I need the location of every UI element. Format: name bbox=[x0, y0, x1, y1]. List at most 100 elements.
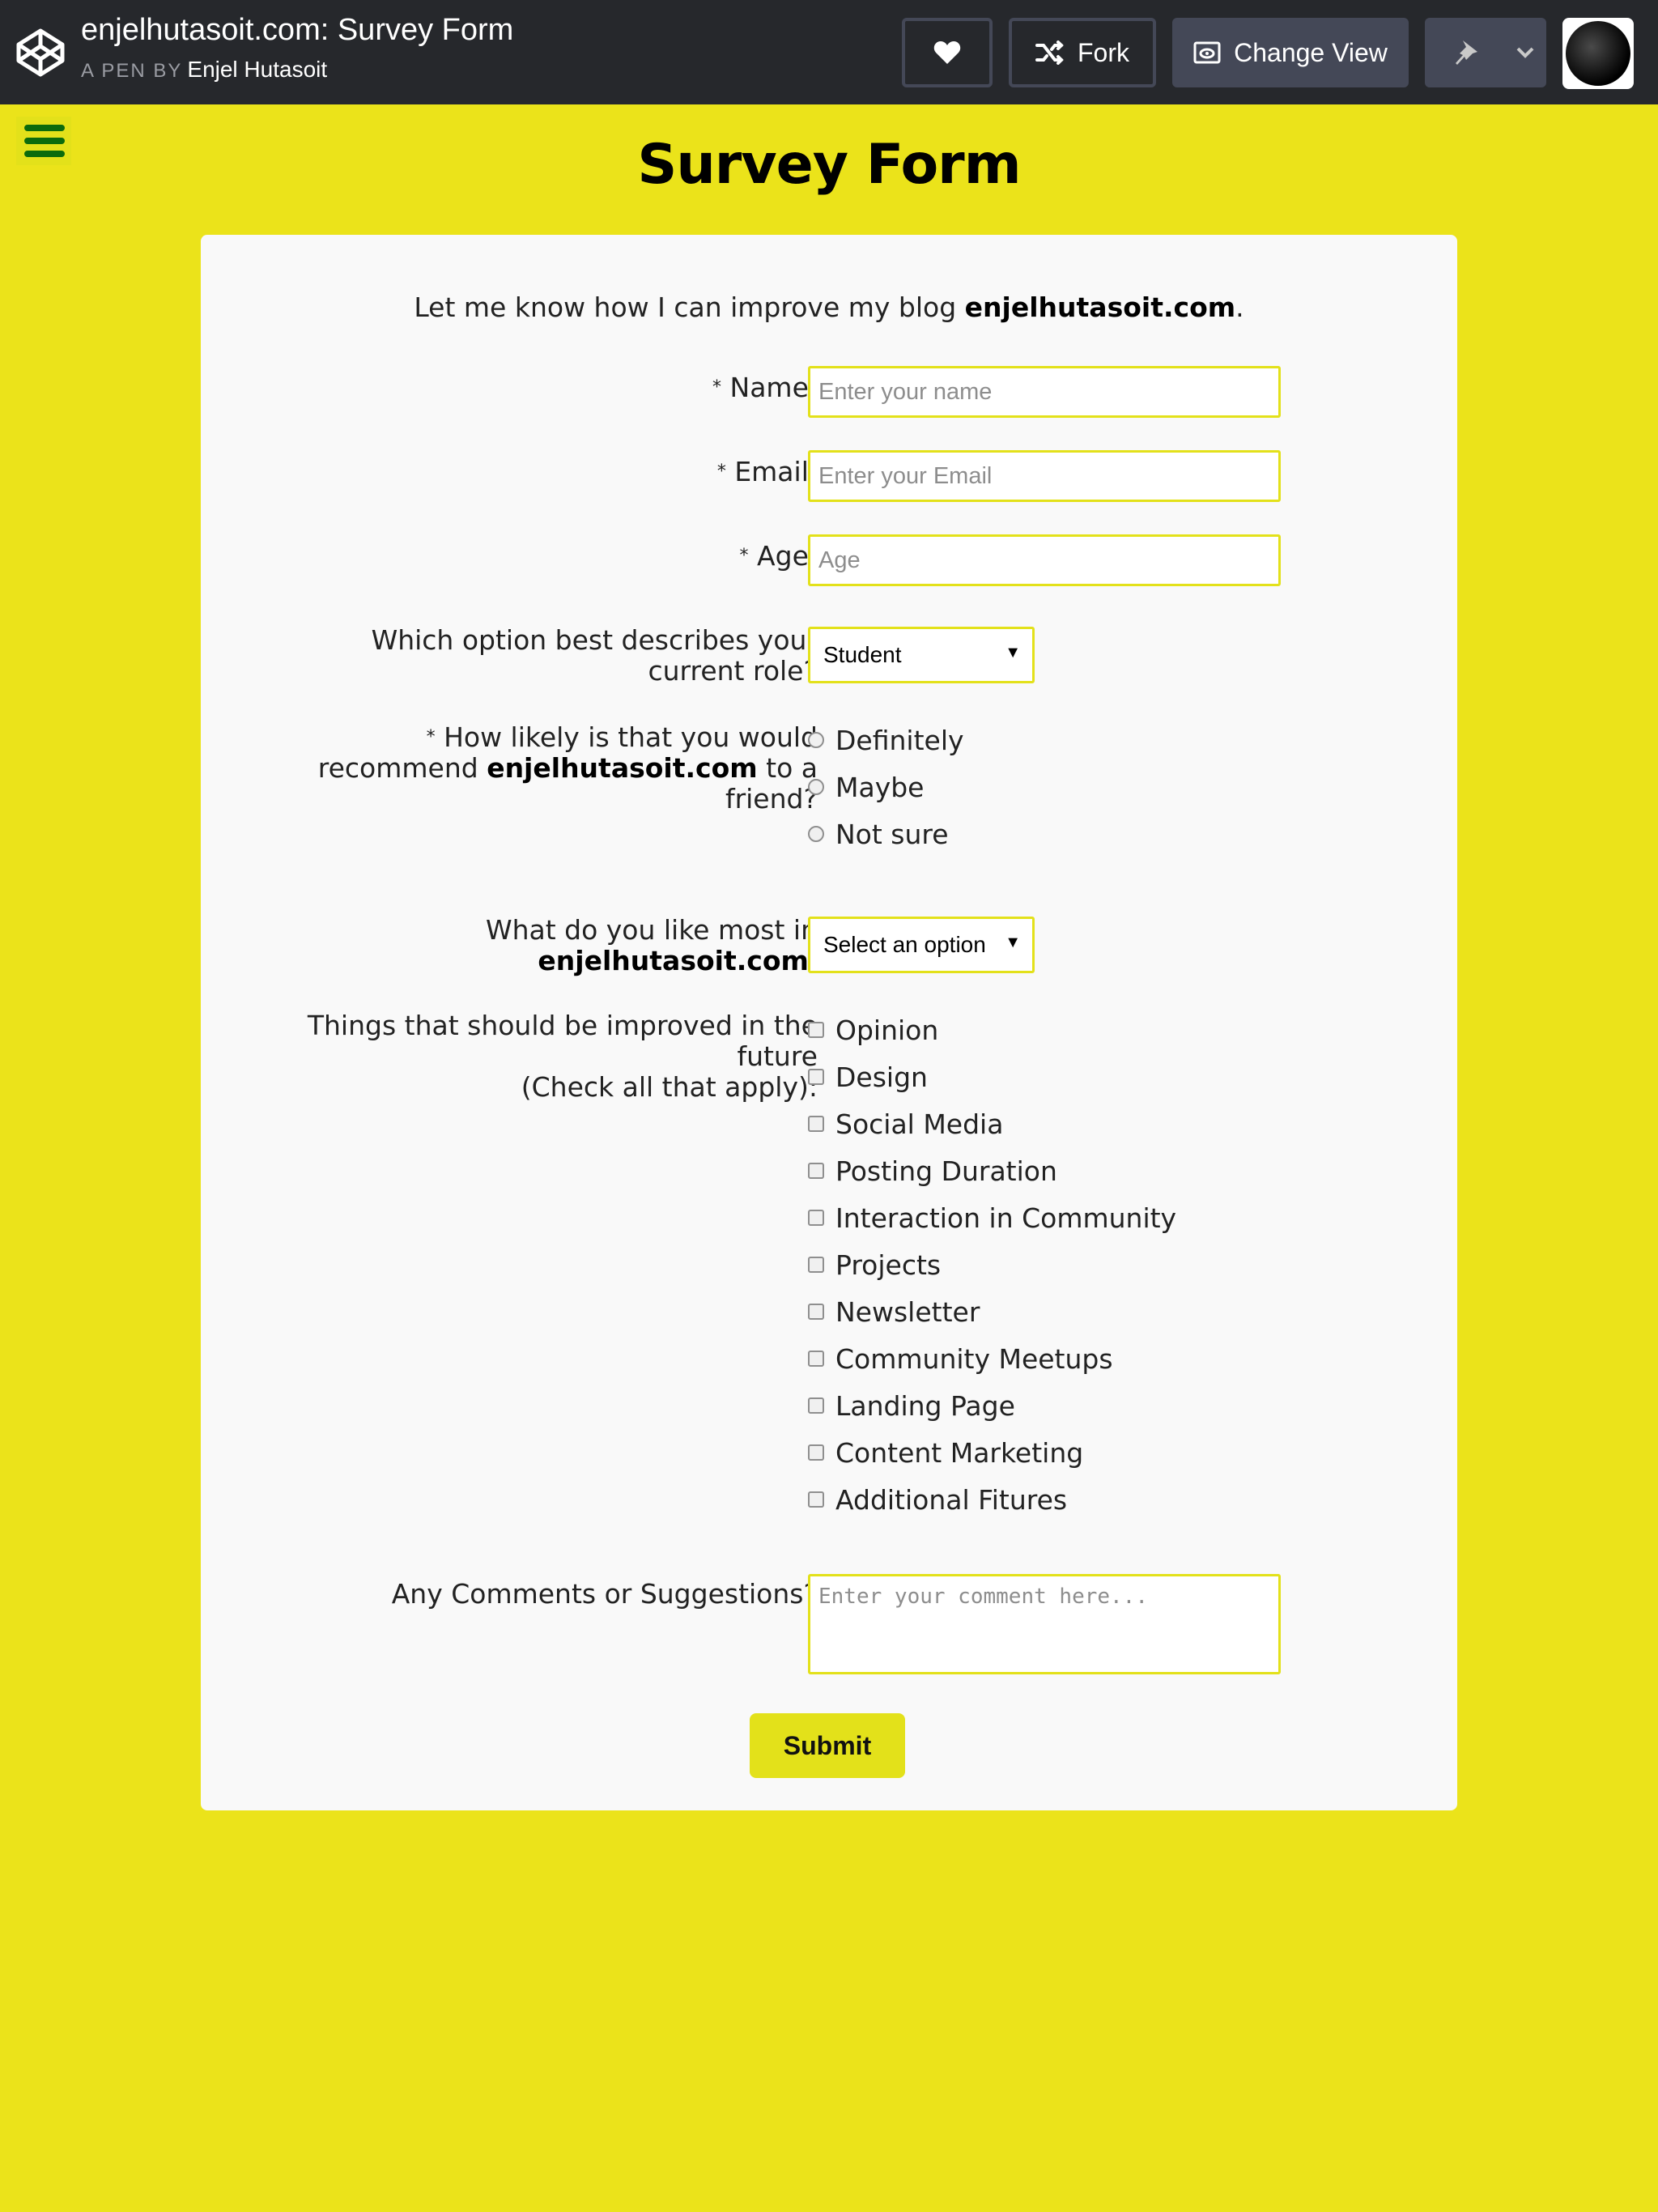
codepen-header: enjelhutasoit.com: Survey Form A PEN BY E… bbox=[0, 0, 1658, 104]
like-label-line1: What do you like most in bbox=[485, 914, 818, 946]
recommend-option-label: Not sure bbox=[835, 818, 949, 850]
role-label: Which option best describes your current … bbox=[372, 625, 818, 687]
name-label: * Name: bbox=[712, 372, 818, 403]
recommend-option-label: Definitely bbox=[835, 724, 964, 756]
improve-label-line2: future bbox=[737, 1040, 818, 1072]
checkbox[interactable] bbox=[808, 1491, 824, 1508]
improve-label-line1: Things that should be improved in the bbox=[307, 1010, 818, 1041]
recommend-option[interactable]: Definitely bbox=[808, 724, 964, 756]
comments-placeholder: Enter your comment here... bbox=[818, 1585, 1148, 1609]
checkbox[interactable] bbox=[808, 1257, 824, 1273]
checkbox[interactable] bbox=[808, 1116, 824, 1132]
role-label-line2: current role? bbox=[648, 655, 818, 687]
comments-label: Any Comments or Suggestions? bbox=[391, 1578, 818, 1610]
recommend-label: * How likely is that you would recommend … bbox=[318, 722, 818, 815]
name-label-text: Name: bbox=[729, 372, 818, 403]
like-label: What do you like most in enjelhutasoit.co… bbox=[486, 915, 818, 976]
recommend-label-line3: friend? bbox=[725, 783, 818, 815]
form-description: Let me know how I can improve my blog en… bbox=[201, 291, 1457, 323]
fork-icon bbox=[1035, 40, 1064, 65]
checkbox[interactable] bbox=[808, 1022, 824, 1038]
submit-button[interactable]: Submit bbox=[750, 1713, 905, 1778]
age-input[interactable] bbox=[808, 534, 1281, 586]
improve-label: Things that should be improved in the fut… bbox=[308, 1010, 818, 1103]
checkbox[interactable] bbox=[808, 1163, 824, 1179]
improve-option[interactable]: Content Marketing bbox=[808, 1436, 1083, 1469]
improve-option-label: Interaction in Community bbox=[835, 1202, 1177, 1234]
hamburger-bar bbox=[24, 125, 65, 131]
improve-option[interactable]: Community Meetups bbox=[808, 1342, 1113, 1375]
like-select[interactable]: Select an option ▼ bbox=[808, 917, 1035, 973]
chevron-down-icon bbox=[1516, 47, 1534, 58]
required-mark: * bbox=[739, 546, 749, 566]
improve-option-label: Posting Duration bbox=[835, 1155, 1057, 1187]
email-label-text: Email: bbox=[734, 456, 818, 487]
eye-icon bbox=[1193, 41, 1221, 64]
improve-option[interactable]: Landing Page bbox=[808, 1389, 1015, 1422]
improve-option-label: Content Marketing bbox=[835, 1436, 1084, 1469]
like-label-site: enjelhutasoit.com bbox=[538, 945, 809, 976]
improve-option[interactable]: Projects bbox=[808, 1249, 941, 1281]
recommend-option-label: Maybe bbox=[835, 771, 925, 803]
improve-option-label: Landing Page bbox=[835, 1389, 1015, 1422]
age-label: * Age: bbox=[740, 541, 818, 572]
improve-option-label: Projects bbox=[835, 1249, 942, 1281]
intro-site: enjelhutasoit.com bbox=[964, 291, 1236, 323]
change-view-label: Change View bbox=[1234, 37, 1388, 67]
checkbox[interactable] bbox=[808, 1304, 824, 1320]
codepen-logo-icon[interactable] bbox=[15, 27, 66, 79]
checkbox[interactable] bbox=[808, 1069, 824, 1085]
checkbox[interactable] bbox=[808, 1444, 824, 1461]
fork-label: Fork bbox=[1078, 37, 1129, 67]
recommend-option[interactable]: Maybe bbox=[808, 771, 924, 803]
avatar-photo bbox=[1566, 21, 1630, 86]
like-selected-value: Select an option bbox=[823, 932, 986, 957]
improve-option-label: Design bbox=[835, 1061, 928, 1093]
pen-author-link[interactable]: Enjel Hutasoit bbox=[187, 57, 327, 82]
checkbox[interactable] bbox=[808, 1397, 824, 1414]
fork-button[interactable]: Fork bbox=[1009, 18, 1156, 87]
radio-button[interactable] bbox=[808, 779, 824, 795]
required-mark: * bbox=[716, 462, 726, 482]
checkbox[interactable] bbox=[808, 1210, 824, 1226]
intro-suffix: . bbox=[1235, 291, 1244, 323]
required-mark: * bbox=[426, 727, 436, 747]
comments-textarea[interactable]: Enter your comment here... bbox=[808, 1574, 1281, 1674]
improve-option-label: Newsletter bbox=[835, 1295, 980, 1328]
recommend-option[interactable]: Not sure bbox=[808, 818, 949, 850]
intro-text: Let me know how I can improve my blog bbox=[414, 291, 965, 323]
radio-button[interactable] bbox=[808, 826, 824, 842]
role-selected-value: Student bbox=[823, 642, 902, 667]
user-avatar[interactable] bbox=[1562, 18, 1634, 89]
required-mark: * bbox=[712, 377, 722, 398]
improve-label-line3: (Check all that apply): bbox=[521, 1071, 818, 1103]
survey-form: Let me know how I can improve my blog en… bbox=[201, 235, 1457, 1810]
improve-option[interactable]: Opinion bbox=[808, 1014, 938, 1046]
improve-option[interactable]: Social Media bbox=[808, 1108, 1003, 1140]
role-label-line1: Which option best describes your bbox=[371, 624, 818, 656]
dropdown-arrow-icon: ▼ bbox=[1005, 644, 1021, 661]
pin-button[interactable] bbox=[1425, 18, 1506, 87]
radio-button[interactable] bbox=[808, 732, 824, 748]
checkbox[interactable] bbox=[808, 1351, 824, 1367]
improve-option[interactable]: Newsletter bbox=[808, 1295, 980, 1328]
heart-icon bbox=[933, 41, 961, 64]
recommend-label-site: enjelhutasoit.com bbox=[487, 752, 758, 784]
improve-option[interactable]: Additional Fitures bbox=[808, 1483, 1067, 1516]
pen-title[interactable]: enjelhutasoit.com: Survey Form bbox=[81, 13, 513, 48]
pin-menu-button[interactable] bbox=[1504, 18, 1546, 87]
change-view-button[interactable]: Change View bbox=[1172, 18, 1409, 87]
dropdown-arrow-icon: ▼ bbox=[1005, 934, 1021, 951]
role-select[interactable]: Student ▼ bbox=[808, 627, 1035, 683]
improve-option-label: Opinion bbox=[835, 1014, 939, 1046]
improve-option[interactable]: Posting Duration bbox=[808, 1155, 1057, 1187]
improve-option[interactable]: Interaction in Community bbox=[808, 1202, 1176, 1234]
recommend-label-line1: How likely is that you would bbox=[444, 721, 818, 753]
pen-byline: A PEN BY Enjel Hutasoit bbox=[81, 57, 327, 83]
name-input[interactable] bbox=[808, 366, 1281, 418]
improve-option[interactable]: Design bbox=[808, 1061, 928, 1093]
email-input[interactable] bbox=[808, 450, 1281, 502]
love-button[interactable] bbox=[902, 18, 993, 87]
pin-icon bbox=[1456, 40, 1477, 65]
recommend-label-pre: recommend bbox=[317, 752, 487, 784]
